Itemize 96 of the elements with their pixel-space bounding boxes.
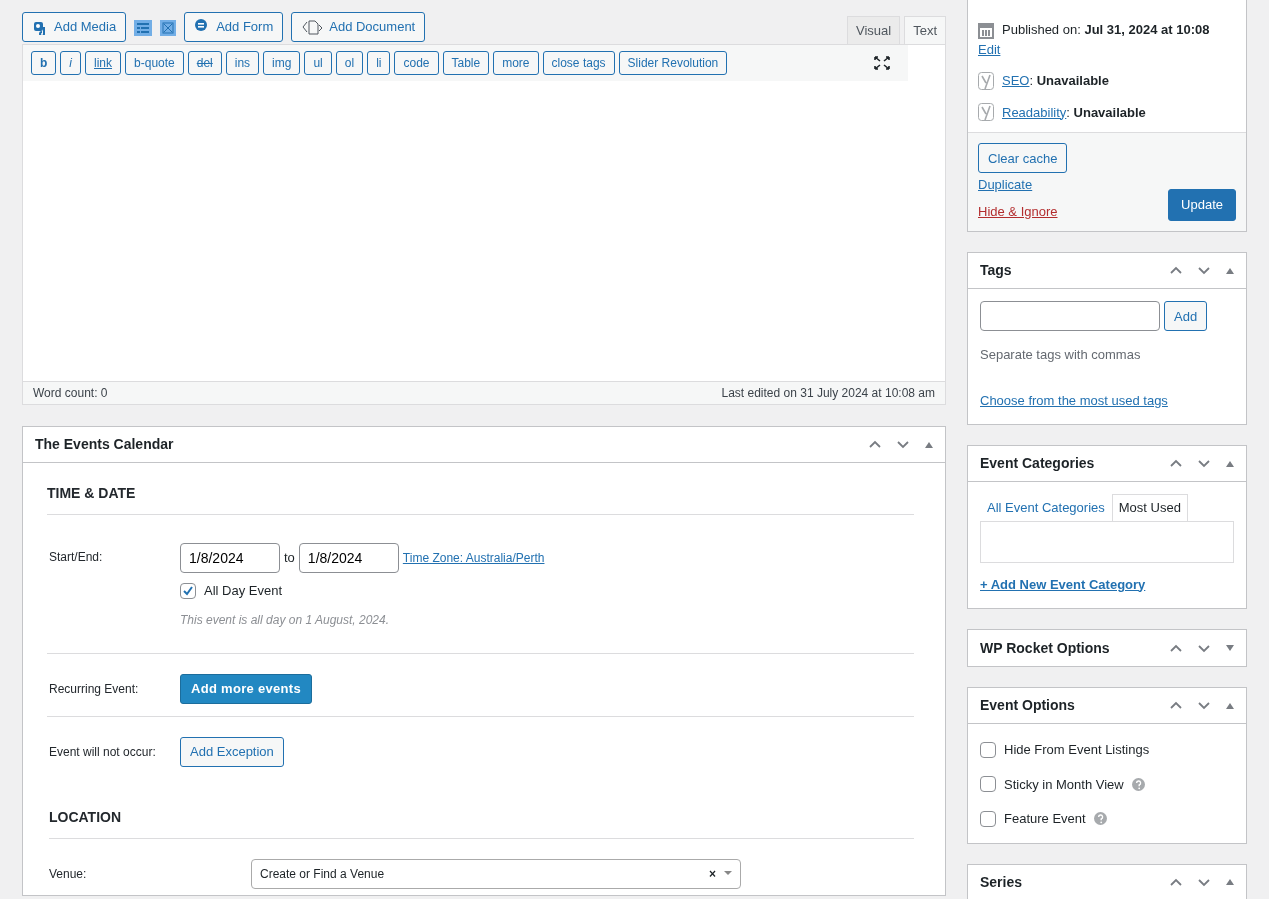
category-tab[interactable]: All Event Categories [980, 494, 1112, 521]
quicktag-button[interactable]: close tags [542, 51, 615, 75]
timezone-link[interactable]: Time Zone: Australia/Perth [402, 549, 545, 567]
toggle-panel-icon[interactable] [925, 440, 933, 449]
score-icon [978, 71, 994, 90]
quicktag-button[interactable]: ins [225, 51, 260, 75]
duplicate-link[interactable]: Duplicate [978, 175, 1068, 195]
quicktag-button[interactable]: ul [304, 51, 332, 75]
move-down-icon[interactable] [1198, 266, 1210, 275]
select-value: Create or Find a Venue [260, 865, 386, 883]
hide-ignore-link[interactable]: Hide & Ignore [978, 201, 1068, 221]
dropdown-arrow-icon [724, 871, 732, 876]
move-down-icon[interactable] [1198, 877, 1210, 887]
move-down-icon[interactable] [897, 440, 909, 449]
panel-title: Event Options [980, 696, 1075, 715]
add-form-button[interactable]: Add Form [184, 11, 284, 42]
checkbox-label: Sticky in Month View [1004, 775, 1124, 794]
quicktag-button[interactable]: b [31, 51, 57, 75]
quicktag-button[interactable]: Table [442, 51, 490, 75]
quicktag-button[interactable]: link [85, 51, 122, 75]
add-events-button[interactable]: Add more events [180, 673, 312, 704]
field-label: Recurring Event: [49, 680, 140, 698]
document-icon [301, 18, 324, 35]
all-day-note: This event is all day on 1 August, 2024. [180, 611, 390, 629]
option-checkbox[interactable] [980, 741, 996, 758]
tag-field[interactable] [980, 301, 1160, 331]
update-button[interactable]: Update [1168, 189, 1236, 221]
last-edited: Last edited on 31 July 2024 at 10:08 am [721, 385, 935, 402]
option-checkbox[interactable] [980, 776, 996, 793]
quicktag-button[interactable]: b-quote [125, 51, 184, 75]
clear-cache-button[interactable]: Clear cache [978, 143, 1068, 173]
start-date-field[interactable]: 1/8/2024 [180, 543, 280, 573]
add-media-button[interactable]: Add Media [22, 11, 127, 42]
fullscreen-icon[interactable] [874, 56, 890, 70]
panel-title: The Events Calendar [35, 435, 174, 454]
list-icon[interactable] [134, 20, 153, 36]
add-tag-button[interactable]: Add [1164, 301, 1208, 331]
move-up-icon[interactable] [1170, 459, 1182, 468]
add-exception-button[interactable]: Add Exception [180, 736, 284, 767]
panel-title: Tags [980, 261, 1012, 280]
toggle-panel-icon[interactable] [1226, 701, 1234, 710]
help-icon[interactable] [1093, 812, 1107, 826]
option-checkbox[interactable] [980, 810, 996, 827]
field-label: Start/End: [49, 549, 104, 566]
quicktag-button[interactable]: del [187, 51, 222, 75]
published-date: Published on: Jul 31, 2024 at 10:08 [1002, 21, 1210, 39]
to-label: to [284, 549, 295, 568]
checkbox-label: Hide From Event Listings [1004, 741, 1150, 759]
move-up-icon[interactable] [1170, 266, 1182, 275]
toggle-panel-icon[interactable] [1226, 878, 1234, 886]
toggle-panel-icon[interactable] [1226, 644, 1234, 652]
field-label: Event will not occur: [49, 743, 157, 761]
edit-link[interactable]: Edit [978, 39, 1001, 59]
move-up-icon[interactable] [1170, 877, 1182, 887]
add-document-button[interactable]: Add Document [291, 11, 426, 42]
add-category-link[interactable]: + Add New Event Category [980, 574, 1146, 594]
move-up-icon[interactable] [1170, 643, 1182, 653]
most-used-tags-link[interactable]: Choose from the most used tags [980, 390, 1168, 410]
quicktag-button[interactable]: code [394, 51, 439, 75]
panel-title: Series [980, 872, 1023, 892]
panel-title: WP Rocket Options [980, 638, 1110, 658]
quicktag-button[interactable]: img [263, 51, 301, 75]
field-label: Venue: [49, 865, 88, 883]
move-down-icon[interactable] [1198, 459, 1210, 468]
editor-tab[interactable]: Text [904, 16, 946, 44]
toggle-panel-icon[interactable] [1226, 266, 1234, 275]
panel-title: Event Categories [980, 454, 1095, 473]
word-count: Word count: 0 [33, 385, 108, 402]
checkbox-label: Feature Event [1004, 810, 1086, 828]
tags-hint: Separate tags with commas [980, 346, 1142, 364]
move-up-icon[interactable] [869, 440, 881, 449]
section-heading: LOCATION [49, 800, 914, 839]
quicktag-button[interactable]: more [493, 51, 539, 75]
quicktag-button[interactable]: li [367, 51, 391, 75]
quicktag-button[interactable]: ol [335, 51, 364, 75]
checkbox-label: All Day Event [204, 582, 283, 600]
quicktag-button[interactable]: i [60, 51, 81, 75]
calendar-icon [978, 20, 994, 39]
end-date-field[interactable]: 1/8/2024 [298, 543, 399, 573]
editor-tab[interactable]: Visual [846, 16, 901, 44]
toggle-panel-icon[interactable] [1226, 459, 1234, 468]
section-heading: TIME & DATE [47, 477, 914, 515]
box-icon[interactable] [160, 20, 177, 36]
help-icon[interactable] [1131, 777, 1145, 791]
check-icon [182, 585, 194, 597]
score-status: : Unavailable [1066, 104, 1146, 120]
score-icon [978, 103, 994, 122]
move-down-icon[interactable] [1198, 701, 1210, 710]
category-tab[interactable]: Most Used [1111, 494, 1188, 521]
quicktag-button[interactable]: Slider Revolution [618, 51, 728, 75]
score-status: : Unavailable [1029, 73, 1109, 88]
move-down-icon[interactable] [1198, 643, 1210, 653]
move-up-icon[interactable] [1170, 701, 1182, 710]
clear-icon[interactable]: × [709, 864, 716, 883]
venue-select[interactable]: Create or Find a Venue × [251, 858, 741, 889]
all-day-checkbox[interactable] [180, 582, 196, 599]
